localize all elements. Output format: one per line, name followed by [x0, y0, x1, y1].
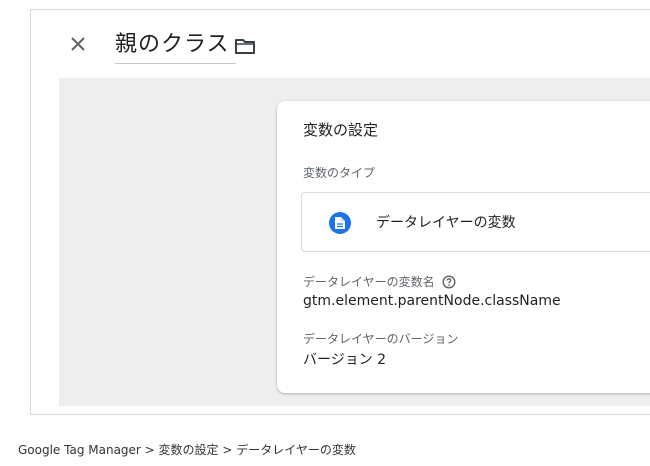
breadcrumb-caption: Google Tag Manager > 変数の設定 > データレイヤーの変数 — [18, 443, 356, 457]
datalayer-version-value: バージョン 2 — [303, 352, 387, 368]
tag-manager-window: 親のクラス 変数の設定 変数のタイプ データレイヤーの変数 データレイヤーの変数… — [30, 9, 650, 415]
help-icon[interactable] — [442, 275, 456, 292]
variable-config-card: 変数の設定 変数のタイプ データレイヤーの変数 データレイヤーの変数名 gtm.… — [277, 101, 650, 393]
datalayer-variable-name-label: データレイヤーの変数名 — [303, 273, 456, 292]
variable-type-selector[interactable]: データレイヤーの変数 — [301, 192, 650, 252]
editor-canvas: 変数の設定 変数のタイプ データレイヤーの変数 データレイヤーの変数名 gtm.… — [59, 78, 650, 406]
datalayer-variable-name-label-text: データレイヤーの変数名 — [303, 275, 435, 289]
variable-name-field[interactable]: 親のクラス — [115, 30, 236, 64]
document-icon — [329, 212, 351, 234]
datalayer-variable-name-value: gtm.element.parentNode.className — [303, 293, 561, 309]
close-icon[interactable] — [67, 33, 89, 55]
variable-type-label: 変数のタイプ — [303, 166, 376, 180]
variable-title[interactable]: 親のクラス — [115, 30, 236, 60]
datalayer-version-label: データレイヤーのバージョン — [303, 332, 459, 346]
variable-type-name: データレイヤーの変数 — [376, 215, 516, 231]
variable-header-bar: 親のクラス — [31, 10, 650, 78]
folder-icon[interactable] — [233, 35, 257, 57]
card-title: 変数の設定 — [303, 121, 379, 139]
